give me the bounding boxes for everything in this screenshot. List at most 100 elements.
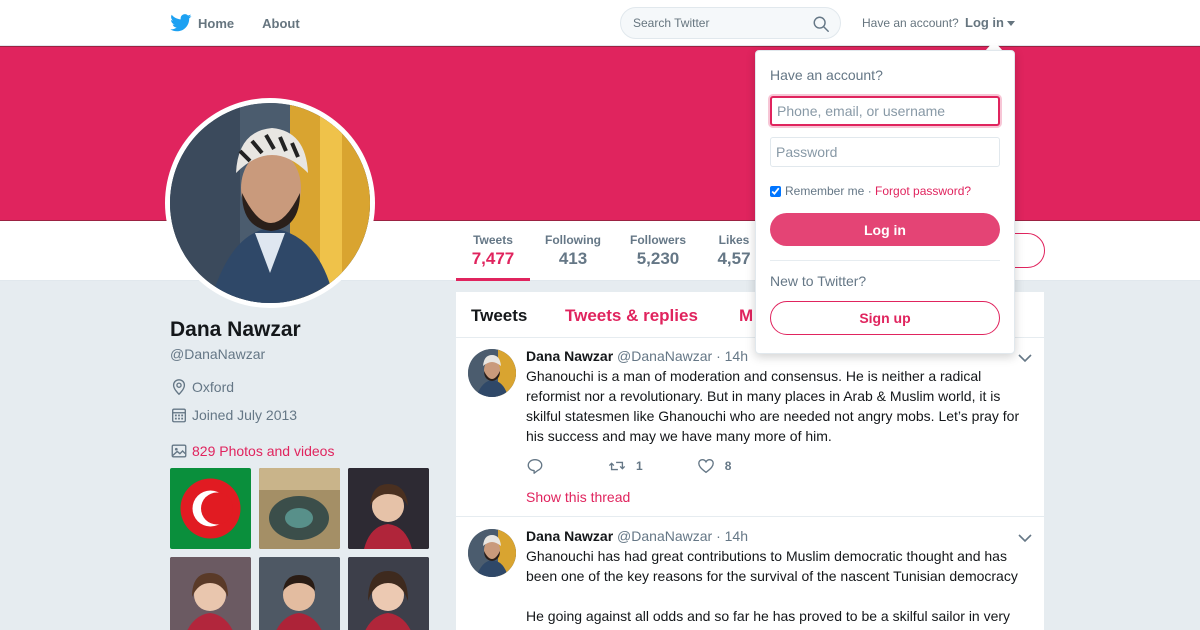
tweet-header: Dana Nawzar @DanaNawzar · 14h: [526, 348, 748, 364]
login-dropdown-toggle[interactable]: Log in: [965, 15, 1015, 30]
search-box[interactable]: [620, 7, 841, 39]
like-count: 8: [724, 459, 732, 473]
tweet-author-name[interactable]: Dana Nawzar: [526, 348, 613, 364]
child-thumbnail-art: [348, 557, 429, 630]
tweet[interactable]: Dana Nawzar @DanaNawzar · 14h Ghanouchi …: [456, 518, 1044, 630]
location-text: Oxford: [192, 379, 235, 395]
photo-icon: [171, 444, 187, 458]
profile-handle[interactable]: @DanaNawzar: [170, 346, 265, 362]
nav-home-link[interactable]: Home: [170, 14, 234, 32]
show-thread-link[interactable]: Show this thread: [526, 489, 630, 505]
avatar-illustration: [170, 103, 370, 303]
stat-followers[interactable]: Followers 5,230: [622, 221, 694, 281]
profile-joined: Joined July 2013: [170, 406, 297, 424]
chevron-down-icon[interactable]: [1018, 533, 1032, 543]
tweet-text-blank-line: [526, 586, 1034, 606]
forgot-password-link[interactable]: Forgot password?: [875, 184, 971, 198]
nav-about-link[interactable]: About: [262, 16, 300, 31]
stat-value: 4,57: [717, 249, 751, 268]
top-nav: Home About Have an account? Log in: [0, 0, 1200, 46]
tab-tweets[interactable]: Tweets: [471, 306, 527, 326]
tweet-avatar[interactable]: [468, 529, 516, 577]
profile-location: Oxford: [170, 378, 234, 396]
stat-label: Likes: [718, 233, 750, 247]
like-action[interactable]: 8: [697, 457, 732, 475]
nav-left: Home About: [170, 0, 328, 46]
heart-icon: [697, 459, 714, 474]
photos-videos-label: 829 Photos and videos: [192, 443, 335, 459]
child-thumbnail-art: [259, 557, 340, 630]
remember-row: Remember me · Forgot password?: [770, 184, 971, 198]
tweet-header: Dana Nawzar @DanaNawzar · 14h: [526, 528, 748, 544]
remember-me-label[interactable]: Remember me: [785, 184, 864, 198]
stat-value: 413: [558, 249, 588, 268]
photo-thumbnail[interactable]: [348, 557, 429, 630]
calendar-icon: [172, 408, 186, 423]
login-button[interactable]: Log in: [770, 213, 1000, 246]
tweet-timestamp[interactable]: · 14h: [716, 528, 748, 544]
tweet-author-name[interactable]: Dana Nawzar: [526, 528, 613, 544]
username-field[interactable]: [770, 96, 1000, 126]
joined-text: Joined July 2013: [192, 407, 298, 423]
tweet-actions: 1 8: [526, 457, 785, 475]
reply-action[interactable]: [526, 457, 554, 475]
crowd-thumbnail-art: [259, 468, 340, 549]
tweet-text-line: reformist nor a revolutionary. But in ma…: [526, 388, 1001, 404]
location-pin-icon: [172, 379, 186, 396]
password-field[interactable]: [770, 137, 1000, 167]
dropdown-divider: [770, 260, 1000, 261]
tweet-author-handle[interactable]: @DanaNawzar: [617, 528, 712, 544]
tweet-text: Ghanouchi is a man of moderation and con…: [526, 366, 1034, 446]
stat-following[interactable]: Following 413: [538, 221, 608, 281]
tweet-text-line: his success and may we have many more of…: [526, 428, 832, 444]
dropdown-title: Have an account?: [770, 67, 883, 83]
retweet-action[interactable]: 1: [608, 457, 643, 475]
chevron-down-icon[interactable]: [1018, 353, 1032, 363]
child-thumbnail-art: [170, 557, 251, 630]
tweet-avatar-art: [468, 529, 516, 577]
tweet-text-line: skilful statesmen like Ghanouchi who are…: [526, 408, 1020, 424]
stat-label: Followers: [629, 233, 686, 247]
photo-thumbnail[interactable]: [170, 557, 251, 630]
photo-thumbnail[interactable]: [348, 468, 429, 549]
stat-likes[interactable]: Likes 4,57: [710, 221, 758, 281]
remember-separator: ·: [864, 184, 876, 198]
tweet[interactable]: Dana Nawzar @DanaNawzar · 14h Ghanouchi …: [456, 338, 1044, 517]
flag-thumbnail-art: [180, 478, 241, 539]
retweet-icon: [608, 461, 626, 471]
have-account-text: Have an account?: [862, 16, 959, 30]
stat-tweets[interactable]: Tweets 7,477: [456, 221, 530, 281]
reply-icon: [527, 459, 543, 474]
profile-name[interactable]: Dana Nawzar: [170, 318, 301, 342]
profile-avatar[interactable]: [165, 98, 375, 308]
search-icon[interactable]: [812, 15, 830, 33]
tweet-text-line: Ghanouchi is a man of moderation and con…: [526, 368, 982, 384]
tweet-avatar[interactable]: [468, 349, 516, 397]
tweet-author-handle[interactable]: @DanaNawzar: [617, 348, 712, 364]
nav-home-label: Home: [198, 15, 235, 31]
tab-media[interactable]: M: [739, 306, 753, 326]
photos-videos-link[interactable]: 829 Photos and videos: [170, 442, 334, 460]
photo-thumbnail[interactable]: [170, 468, 251, 549]
photo-thumbnail[interactable]: [259, 468, 340, 549]
tab-tweets-replies[interactable]: Tweets & replies: [565, 306, 698, 326]
remember-me-checkbox[interactable]: [770, 185, 781, 197]
signup-button[interactable]: Sign up: [770, 301, 1000, 335]
new-to-twitter-text: New to Twitter?: [770, 273, 867, 289]
tweet-text: Ghanouchi has had great contributions to…: [526, 546, 1034, 626]
login-dropdown: Have an account? Remember me · Forgot pa…: [755, 50, 1015, 354]
stat-value: 5,230: [636, 249, 680, 268]
caret-down-icon: [1007, 21, 1015, 26]
twitter-bird-icon: [170, 14, 192, 32]
stat-value: 7,477: [471, 249, 515, 268]
avatar-photo: [170, 103, 370, 303]
tweet-timestamp[interactable]: · 14h: [716, 348, 748, 364]
tweet-avatar-art: [468, 349, 516, 397]
tweet-text-line: been one of the key reasons for the surv…: [526, 568, 1018, 584]
search-input[interactable]: [633, 16, 803, 30]
photo-thumbnail[interactable]: [259, 557, 340, 630]
stat-label: Following: [545, 233, 601, 247]
retweet-count: 1: [636, 459, 643, 473]
child-thumbnail-art: [348, 468, 429, 549]
stat-label: Tweets: [473, 233, 513, 247]
